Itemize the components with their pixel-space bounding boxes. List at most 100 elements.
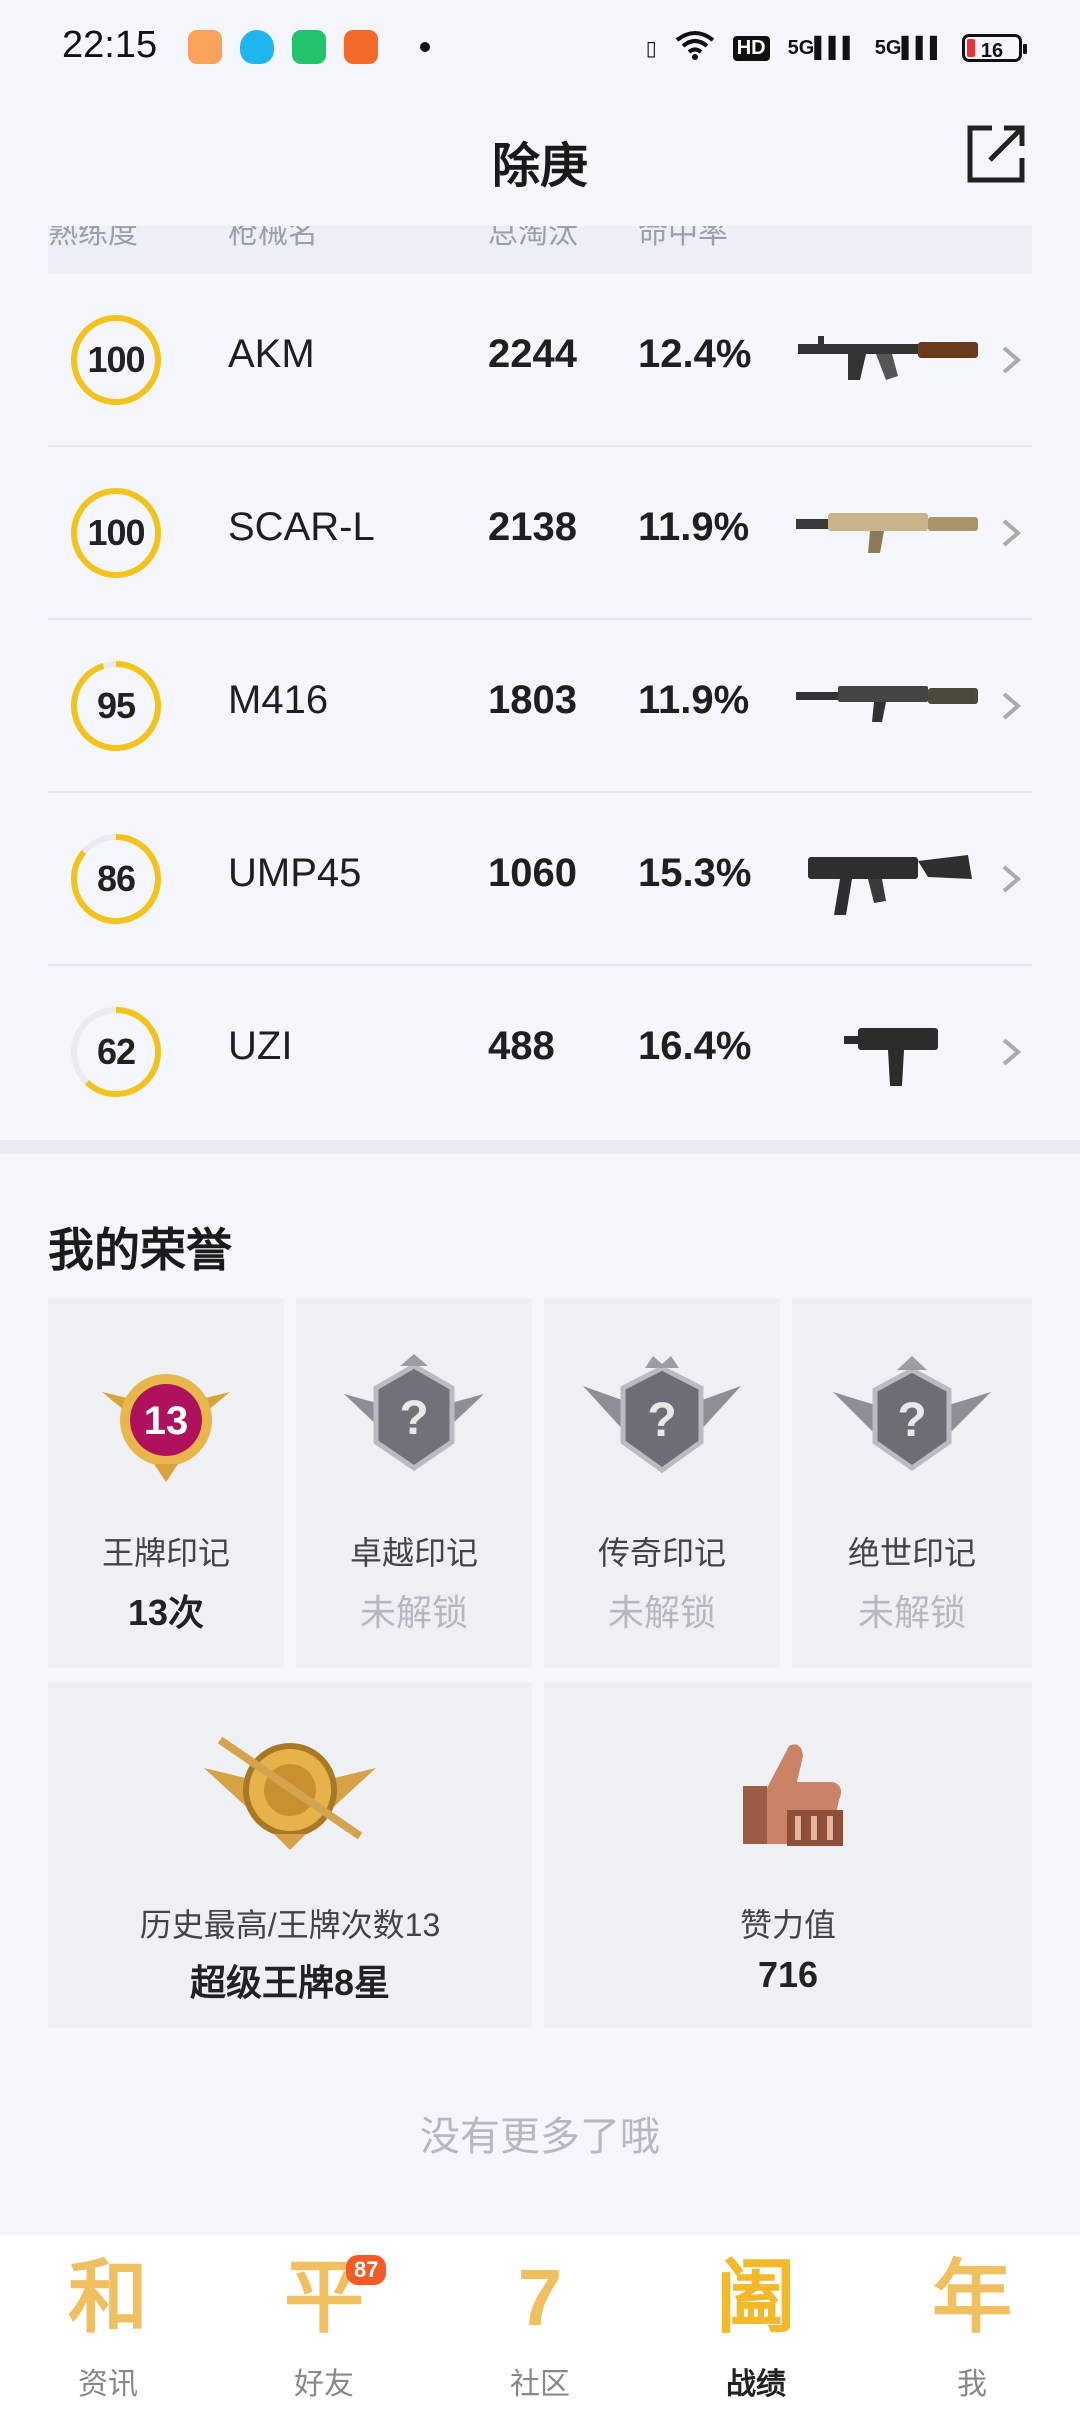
proficiency-value: 62 <box>96 1031 136 1072</box>
weapon-name: AKM <box>228 332 315 376</box>
table-row[interactable]: 86 UMP45 1060 15.3% <box>48 793 1032 966</box>
vibrate-icon: ▯ <box>645 37 657 60</box>
weapon-hit-rate: 11.9% <box>638 505 750 549</box>
weapon-name: SCAR-L <box>228 505 375 549</box>
more-notifications-dot <box>420 42 430 52</box>
weapon-name: UZI <box>228 1024 293 1068</box>
chevron-right-icon <box>1002 519 1022 547</box>
battery-app-icon <box>292 30 326 64</box>
weapon-hit-rate: 11.9% <box>638 678 750 722</box>
excellence-mark-card[interactable]: ? 卓越印记 未解锁 <box>296 1298 532 1668</box>
qq-icon <box>240 30 274 64</box>
signal-1-icon: 5G▌▌▌ <box>787 36 857 59</box>
mark-value: 未解锁 <box>857 1592 966 1633</box>
col-eliminations: 总淘汰 <box>488 226 578 250</box>
honors-section: 我的荣誉 13 王牌印记 13次 ? 卓越印记 未解锁 ? 传奇印记 未解锁 ?… <box>0 1154 1080 2234</box>
signal-1-label: 5G <box>787 36 815 59</box>
notification-icons <box>188 30 430 64</box>
table-header: 熟练度 枪械名 总淘汰 命中率 <box>48 226 1032 274</box>
signal-2-label: 5G <box>874 36 902 59</box>
akm-rifle-icon <box>798 336 978 380</box>
share-icon <box>967 125 1025 183</box>
locked-badge-icon: ? <box>344 1354 484 1472</box>
praise-label: 赞力值 <box>739 1907 836 1943</box>
signal-2-icon: 5G▌▌▌ <box>874 36 944 59</box>
ump45-smg-icon <box>808 855 972 915</box>
weapon-eliminations: 1803 <box>488 678 577 722</box>
chevron-right-icon <box>1002 865 1022 893</box>
locked-badge-icon: ? <box>583 1356 741 1474</box>
mark-label: 王牌印记 <box>101 1535 230 1571</box>
status-time: 22:15 <box>62 24 158 66</box>
table-row[interactable]: 95 M416 1803 11.9% <box>48 620 1032 793</box>
nav-item-me[interactable]: 年 我 <box>864 2235 1080 2409</box>
weapon-eliminations: 488 <box>488 1024 555 1068</box>
mark-value: 未解锁 <box>607 1592 716 1633</box>
wifi-icon <box>675 30 715 66</box>
locked-badge-icon: ? <box>833 1356 991 1472</box>
section-title: 我的荣誉 <box>48 1224 232 1276</box>
stats-icon: 阖 <box>706 2253 806 2343</box>
me-icon: 年 <box>922 2253 1022 2343</box>
nav-label: 好友 <box>294 2368 354 2401</box>
page-title: 除庚 <box>491 140 588 193</box>
app-notification-icon <box>188 30 222 64</box>
history-rank-card[interactable]: 历史最高/王牌次数13 超级王牌8星 <box>48 1682 532 2028</box>
ace-mark-badge-icon: 13 <box>102 1374 230 1482</box>
locked-badge-question: ? <box>647 1394 676 1447</box>
nav-item-stats[interactable]: 阖 战绩 <box>648 2235 864 2409</box>
legend-mark-card[interactable]: ? 传奇印记 未解锁 <box>544 1298 780 1668</box>
locked-badge-question: ? <box>897 1394 926 1447</box>
notification-badge: 87 <box>346 2255 387 2285</box>
nav-item-community[interactable]: 7 社区 <box>432 2235 648 2409</box>
locked-badge-question: ? <box>399 1392 428 1445</box>
col-hit-rate: 命中率 <box>638 226 728 250</box>
stats-icon-glyph: 阖 <box>716 2253 796 2342</box>
me-icon-glyph: 年 <box>932 2253 1012 2342</box>
proficiency-value: 86 <box>96 858 136 899</box>
weapon-eliminations: 1060 <box>488 851 577 895</box>
nav-item-news[interactable]: 和 资讯 <box>0 2235 216 2409</box>
proficiency-value: 100 <box>87 339 145 380</box>
weapon-eliminations: 2244 <box>488 332 577 376</box>
nav-label: 战绩 <box>726 2368 786 2401</box>
col-weapon-name: 枪械名 <box>228 226 318 250</box>
bottom-nav: 和 资讯 平 87 好友 7 社区 阖 战绩 年 我 <box>0 2234 1080 2409</box>
praise-value: 716 <box>757 1954 819 1995</box>
community-icon: 7 <box>490 2253 590 2343</box>
supreme-mark-card[interactable]: ? 绝世印记 未解锁 <box>792 1298 1032 1668</box>
weapon-hit-rate: 16.4% <box>638 1024 752 1068</box>
mark-label: 传奇印记 <box>597 1535 726 1571</box>
mark-label: 卓越印记 <box>349 1535 478 1571</box>
ace-mark-card[interactable]: 13 王牌印记 13次 <box>48 1298 284 1668</box>
scar-l-rifle-icon <box>796 513 978 553</box>
news-icon: 和 <box>58 2253 158 2343</box>
thumbs-up-icon <box>743 1744 843 1846</box>
hd-icon: HD <box>732 35 770 61</box>
ace-mark-badge-number: 13 <box>144 1399 189 1443</box>
chevron-right-icon <box>1002 1038 1022 1066</box>
weapon-hit-rate: 15.3% <box>638 851 752 895</box>
weapon-hit-rate: 12.4% <box>638 332 752 376</box>
weapon-name: UMP45 <box>228 851 362 895</box>
battery-icon: 16 <box>962 34 1027 62</box>
app-notification-icon-2 <box>344 30 378 64</box>
weapon-name: M416 <box>228 678 329 722</box>
battery-level: 16 <box>980 40 1004 62</box>
no-more-text: 没有更多了哦 <box>420 2115 660 2159</box>
table-row[interactable]: 62 UZI 488 16.4% <box>48 966 1032 1137</box>
nav-item-friends[interactable]: 平 87 好友 <box>216 2235 432 2409</box>
section-divider <box>0 1140 1080 1154</box>
community-icon-glyph: 7 <box>517 2253 563 2342</box>
mark-value: 13次 <box>127 1592 205 1633</box>
praise-card[interactable]: 赞力值 716 <box>544 1682 1032 2028</box>
status-indicators: ▯ HD 5G▌▌▌ 5G▌▌▌ 16 <box>645 30 1027 66</box>
nav-label: 我 <box>957 2368 987 2401</box>
nav-label: 资讯 <box>78 2368 138 2401</box>
share-button[interactable] <box>964 122 1028 186</box>
history-label: 历史最高/王牌次数13 <box>139 1907 441 1943</box>
table-row[interactable]: 100 AKM 2244 12.4% <box>48 274 1032 447</box>
header: 除庚 <box>0 96 1080 226</box>
weapon-eliminations: 2138 <box>488 505 577 549</box>
table-row[interactable]: 100 SCAR-L 2138 11.9% <box>48 447 1032 620</box>
